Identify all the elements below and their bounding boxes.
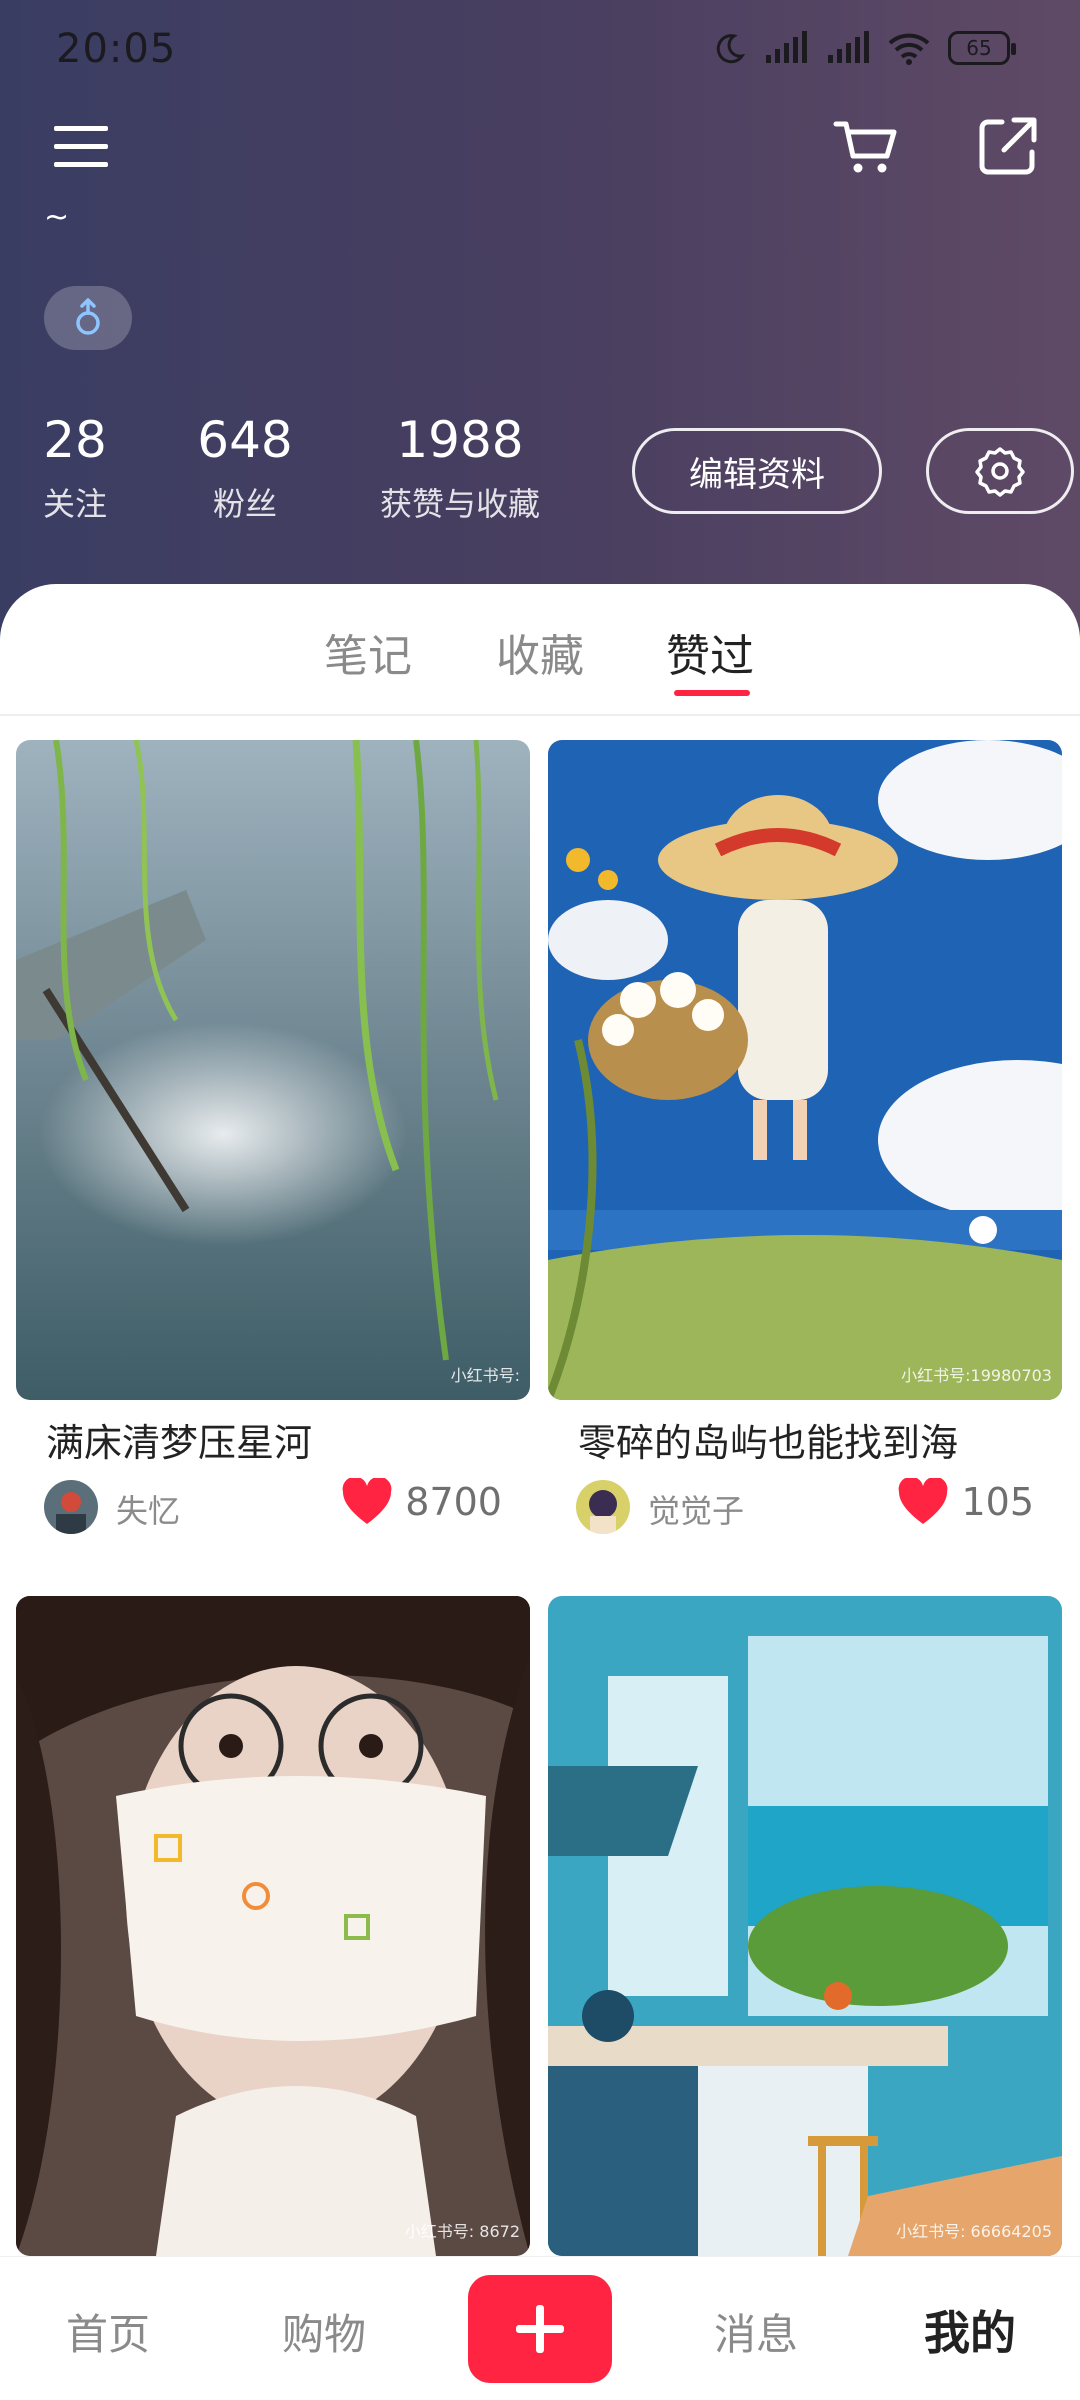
menu-button[interactable] <box>50 118 114 174</box>
avatar[interactable] <box>44 1480 98 1534</box>
settings-button[interactable] <box>926 428 1074 514</box>
stat-following[interactable]: 28 关注 <box>30 408 120 526</box>
tab-collections[interactable]: 收藏 <box>496 620 584 684</box>
profile-nickname: ~ <box>44 200 70 235</box>
image-watermark: 小红书号: 8672 <box>404 2222 520 2241</box>
river-willow-photo <box>16 740 530 1400</box>
kitchen-sea-view-illustration <box>548 1596 1062 2256</box>
masked-selfie-photo <box>16 1596 530 2256</box>
nav-me[interactable]: 我的 <box>924 2297 1016 2363</box>
avatar-image <box>44 1480 98 1534</box>
nav-messages[interactable]: 消息 <box>714 2301 798 2362</box>
bottom-nav: 首页 购物 消息 我的 <box>0 2256 1080 2400</box>
avatar-image <box>576 1480 630 1534</box>
tab-notes[interactable]: 笔记 <box>324 620 412 684</box>
content-sheet: 笔记 收藏 赞过 小红书号: 满床清梦压星河 失忆 8700 小红书号:1998… <box>0 584 1080 2400</box>
nav-shopping[interactable]: 购物 <box>282 2301 366 2362</box>
edit-profile-button[interactable]: 编辑资料 <box>632 428 882 514</box>
status-icons: 65 <box>710 30 1016 66</box>
note-title: 满床清梦压星河 <box>46 1421 313 1465</box>
note-cover-image[interactable]: 小红书号: <box>16 740 530 1400</box>
heart-icon <box>899 1478 948 1524</box>
profile-tabs: 笔记 收藏 赞过 <box>0 584 1080 716</box>
publish-button[interactable] <box>468 2275 612 2383</box>
plus-icon <box>516 2305 564 2353</box>
heart-icon <box>342 1478 392 1524</box>
stat-followers-value: 648 <box>197 411 293 469</box>
stat-likes-value: 1988 <box>396 411 524 469</box>
signal-icon-2 <box>828 31 869 63</box>
shopping-cart-icon <box>833 121 897 173</box>
gear-icon <box>975 447 1025 497</box>
wifi-icon <box>888 33 930 65</box>
stat-likes-collects[interactable]: 1988 获赞与收藏 <box>370 408 550 526</box>
note-card[interactable]: 小红书号:19980703 零碎的岛屿也能找到海 觉觉子 105 <box>548 740 1062 1580</box>
note-cover-image[interactable]: 小红书号:19980703 <box>548 740 1062 1400</box>
note-title: 零碎的岛屿也能找到海 <box>578 1421 959 1465</box>
gender-badge <box>44 286 132 350</box>
stat-followers-label: 粉丝 <box>212 485 277 523</box>
edit-profile-label: 编辑资料 <box>689 454 825 495</box>
author-name[interactable]: 觉觉子 <box>648 1486 744 1532</box>
note-cover-image[interactable]: 小红书号: 8672 <box>16 1596 530 2256</box>
like-button[interactable]: 105 <box>897 1478 1034 1526</box>
stat-following-value: 28 <box>43 411 107 469</box>
tab-liked[interactable]: 赞过 <box>666 620 754 684</box>
note-cover-image[interactable]: 小红书号: 66664205 <box>548 1596 1062 2256</box>
cart-button[interactable] <box>830 112 900 182</box>
like-count: 105 <box>961 1480 1034 1524</box>
avatar[interactable] <box>576 1480 630 1534</box>
nav-home[interactable]: 首页 <box>66 2301 150 2362</box>
hamburger-menu-icon <box>54 126 108 167</box>
share-external-icon <box>979 117 1037 175</box>
image-watermark: 小红书号:19980703 <box>901 1366 1052 1385</box>
image-watermark: 小红书号: <box>450 1366 520 1385</box>
like-count: 8700 <box>405 1480 502 1524</box>
stat-following-label: 关注 <box>42 485 107 523</box>
share-button[interactable] <box>972 112 1042 182</box>
status-time: 20:05 <box>56 26 177 72</box>
active-tab-indicator <box>674 690 750 696</box>
do-not-disturb-moon-icon <box>716 34 746 64</box>
note-meta: 觉觉子 105 <box>548 1474 1062 1538</box>
image-watermark: 小红书号: 66664205 <box>896 2222 1052 2241</box>
note-card[interactable]: 小红书号: 8672 <box>16 1596 530 2256</box>
stat-followers[interactable]: 648 粉丝 <box>180 408 310 526</box>
note-meta: 失忆 8700 <box>16 1474 530 1538</box>
battery-level: 65 <box>966 36 992 60</box>
stat-likes-label: 获赞与收藏 <box>379 485 540 523</box>
signal-icon <box>766 31 807 63</box>
author-name[interactable]: 失忆 <box>116 1486 180 1532</box>
male-gender-icon <box>76 298 100 335</box>
note-card[interactable]: 小红书号: 满床清梦压星河 失忆 8700 <box>16 740 530 1580</box>
battery-icon: 65 <box>948 31 1016 65</box>
like-button[interactable]: 8700 <box>341 1478 502 1526</box>
profile-header: 20:05 65 ~ 28 关注 648 粉丝 1988 获赞与收藏 编辑资料 <box>0 0 1080 640</box>
note-card[interactable]: 小红书号: 66664205 <box>548 1596 1062 2256</box>
girl-with-flowers-illustration <box>548 740 1062 1400</box>
status-bar: 20:05 65 <box>0 0 1080 100</box>
